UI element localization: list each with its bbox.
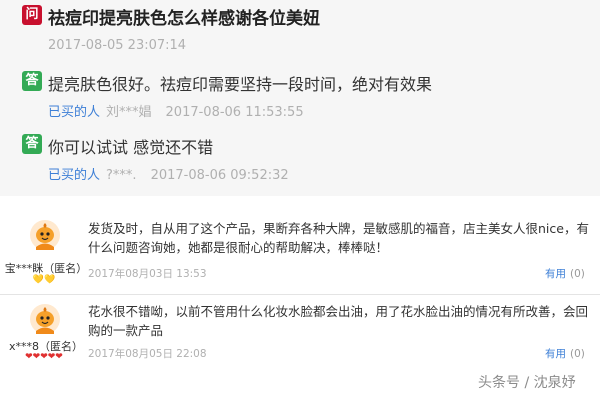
useful-count: (0)	[570, 268, 585, 280]
answer-user: ?***.	[106, 168, 137, 183]
answer-user: 刘***娼	[106, 105, 152, 120]
question-title[interactable]: 祛痘印提亮肤色怎么样感谢各位美妞	[48, 4, 320, 29]
review-item: 宝***眯（匿名） 💛💛 发货及时，自从用了这个产品，果断弃各种大牌，是敏感肌的…	[0, 196, 600, 296]
useful-label[interactable]: 有用	[545, 348, 566, 360]
review-item: x***8（匿名） ❤❤❤❤❤ 花水很不错呦，以前不管用什么化妆水脸都会出油，用…	[0, 296, 600, 370]
review-divider	[0, 294, 600, 295]
useful-button[interactable]: 有用 (0)	[545, 266, 585, 281]
watermark: 头条号 / 沈泉妤	[478, 375, 576, 391]
reviewer-medal-icon: ❤❤❤❤❤	[25, 352, 63, 362]
answer-time: 2017-08-06 09:52:32	[150, 168, 289, 183]
buyer-label[interactable]: 已买的人	[48, 105, 100, 120]
buyer-label[interactable]: 已买的人	[48, 168, 100, 183]
review-date: 2017年08月05日 22:08	[88, 348, 207, 360]
question-time: 2017-08-05 23:07:14	[48, 38, 187, 53]
answer-meta: 已买的人 ?***. 2017-08-06 09:52:32	[48, 164, 289, 183]
useful-button[interactable]: 有用 (0)	[545, 346, 585, 361]
answer-badge-icon: 答	[22, 134, 42, 154]
answer-time: 2017-08-06 11:53:55	[165, 105, 304, 120]
useful-count: (0)	[570, 348, 585, 360]
review-text: 花水很不错呦，以前不管用什么化妆水脸都会出油，用了花水脸出油的情况有所改善，会回…	[88, 304, 589, 338]
qa-section: 问 祛痘印提亮肤色怎么样感谢各位美妞 2017-08-05 23:07:14 答…	[0, 0, 600, 196]
answer-badge-icon: 答	[22, 71, 42, 91]
reviewer-name: 宝***眯（匿名）	[4, 262, 88, 275]
answer-meta: 已买的人 刘***娼 2017-08-06 11:53:55	[48, 101, 304, 120]
answer-text: 你可以试试 感觉还不错	[48, 138, 214, 157]
useful-label[interactable]: 有用	[545, 268, 566, 280]
avatar-icon	[30, 220, 60, 250]
question-badge-icon: 问	[22, 5, 42, 25]
review-text: 发货及时，自从用了这个产品，果断弃各种大牌，是敏感肌的福音，店主美女人很nice…	[88, 221, 589, 255]
review-date: 2017年08月03日 13:53	[88, 268, 207, 280]
answer-text: 提亮肤色很好。祛痘印需要坚持一段时间，绝对有效果	[48, 75, 433, 94]
reviewer-medal-icon: 💛💛	[32, 275, 56, 285]
avatar-icon	[30, 304, 60, 334]
